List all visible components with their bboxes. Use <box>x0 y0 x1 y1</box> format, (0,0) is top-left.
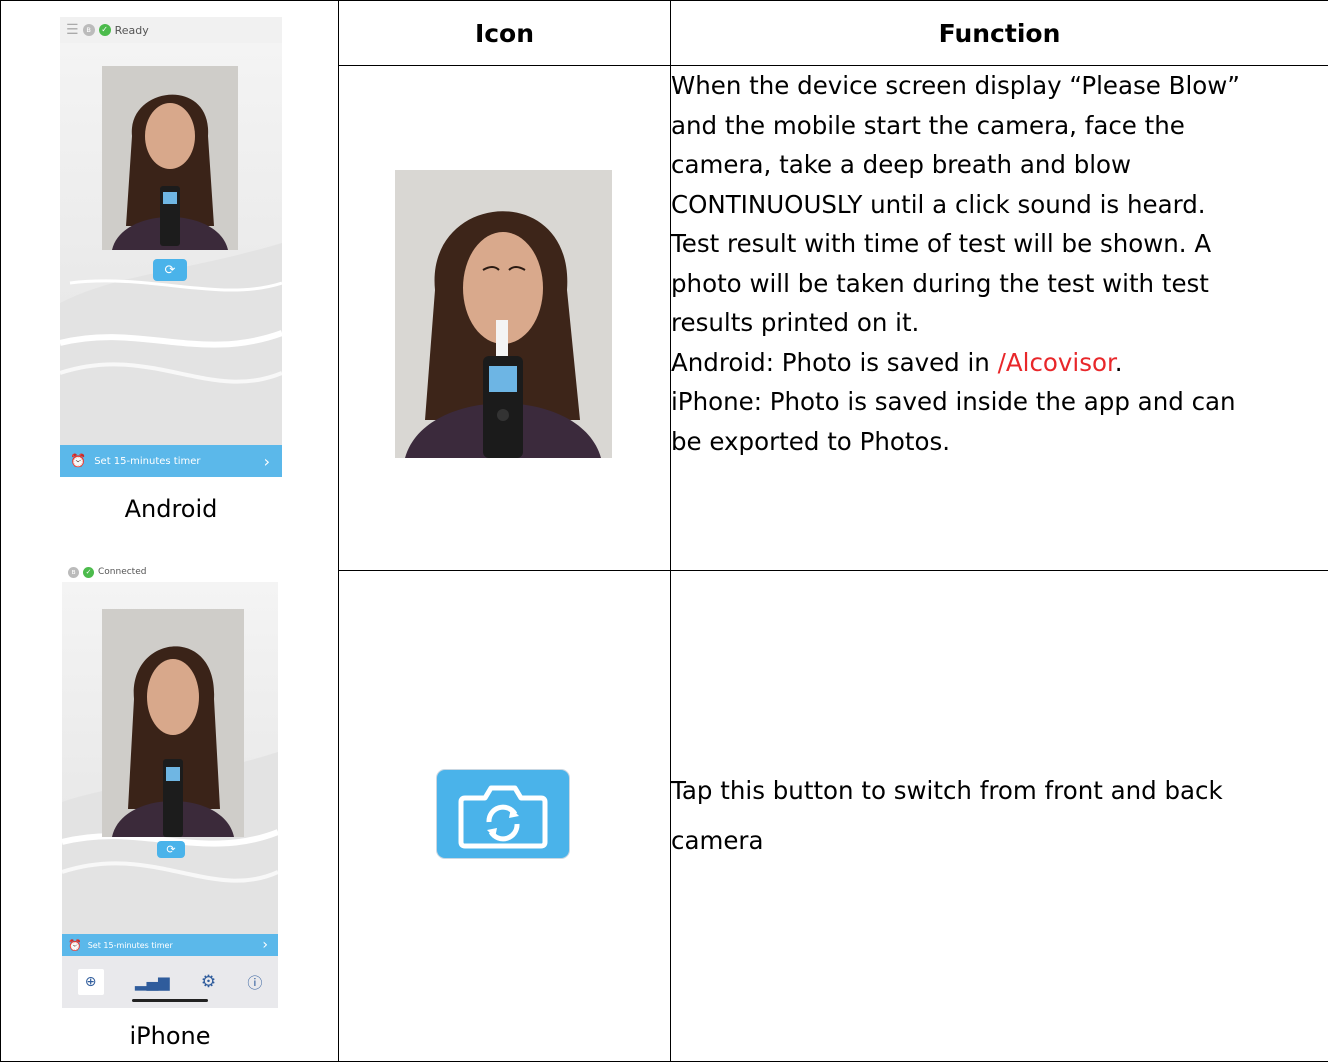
row1-line: When the device screen display “Please B… <box>671 71 1240 100</box>
android-caption: Android <box>124 495 218 523</box>
android-save-prefix: Android: Photo is saved in <box>671 347 998 377</box>
home-indicator <box>132 999 208 1002</box>
iphone-app-background: ⟳ ⏰ Set 15-minutes timer › <box>62 582 278 956</box>
camera-switch-icon: ⟳ <box>164 262 176 278</box>
iphone-status-bar: ʙ ✓ Connected <box>62 562 278 582</box>
crosshair-icon[interactable]: ⊕ <box>77 969 104 995</box>
android-save-suffix: . <box>1114 347 1123 377</box>
header-icon: Icon <box>338 0 671 66</box>
bluetooth-icon: ʙ <box>82 24 95 36</box>
row2-function-cell: Tap this button to switch from front and… <box>670 570 1328 1062</box>
camera-switch-icon: ⟳ <box>166 843 176 856</box>
iphone-switch-camera-button[interactable]: ⟳ <box>157 841 185 858</box>
gear-icon[interactable]: ⚙ <box>201 972 216 992</box>
alarm-icon: ⏰ <box>70 453 87 469</box>
iphone-screenshot: ʙ ✓ Connected ⟳ ⏰ Set 15-minutes timer ›… <box>62 562 278 1008</box>
row1-line: Test result with time of test will be sh… <box>671 229 1212 258</box>
bar-chart-icon[interactable]: ▂▄▆ <box>135 973 170 991</box>
bluetooth-icon: ʙ <box>68 566 79 578</box>
android-save-path: /Alcovisor <box>997 347 1115 377</box>
row1-icon-photo <box>395 170 612 458</box>
iphone-save-line: be exported to Photos. <box>671 426 951 456</box>
row1-line: results printed on it. <box>671 308 920 337</box>
android-screenshot: ☰ ʙ ✓ Ready ⟳ ⏰ Set 15-minutes timer › <box>60 17 282 477</box>
chevron-right-icon: › <box>263 451 270 471</box>
header-function: Function <box>670 0 1328 66</box>
info-icon[interactable]: ⓘ <box>247 972 262 993</box>
camera-switch-icon <box>458 785 548 849</box>
woman-photo <box>102 66 238 250</box>
check-icon: ✓ <box>98 24 111 36</box>
iphone-timer-bar[interactable]: ⏰ Set 15-minutes timer › <box>62 934 278 956</box>
timer-label: Set 15-minutes timer <box>94 455 201 467</box>
iphone-caption: iPhone <box>129 1022 211 1050</box>
row1-line: photo will be taken during the test with… <box>671 268 1209 298</box>
iphone-save-line: iPhone: Photo is saved inside the app an… <box>671 387 1236 416</box>
check-icon: ✓ <box>83 566 94 578</box>
row1-function-cell: When the device screen display “Please B… <box>670 65 1328 571</box>
iphone-camera-preview <box>102 609 244 837</box>
row2-line: camera <box>671 826 764 855</box>
switch-camera-button-large[interactable] <box>437 770 569 858</box>
row2-line: Tap this button to switch from front and… <box>671 776 1223 805</box>
row1-line: CONTINUOUSLY until a click sound is hear… <box>671 189 1206 219</box>
android-switch-camera-button[interactable]: ⟳ <box>153 259 187 281</box>
android-status-bar: ☰ ʙ ✓ Ready <box>60 17 282 43</box>
android-camera-preview <box>102 66 238 250</box>
android-timer-bar[interactable]: ⏰ Set 15-minutes timer › <box>60 445 282 477</box>
status-text: Ready <box>114 23 149 37</box>
timer-label: Set 15-minutes timer <box>87 940 173 950</box>
android-save-line: Android: Photo is saved in /Alcovisor. <box>671 343 1328 383</box>
chevron-right-icon: › <box>262 937 268 953</box>
status-text: Connected <box>98 567 147 577</box>
iphone-tab-bar: ⊕ ▂▄▆ ⚙ ⓘ <box>62 956 278 1008</box>
row1-line: camera, take a deep breath and blow <box>671 150 1132 179</box>
android-app-background: ⟳ ⏰ Set 15-minutes timer › <box>60 43 282 477</box>
woman-blowing-photo <box>395 170 612 458</box>
alarm-icon: ⏰ <box>68 938 82 952</box>
row1-line: and the mobile start the camera, face th… <box>671 110 1185 140</box>
menu-icon[interactable]: ☰ <box>66 22 79 38</box>
woman-photo <box>102 609 244 837</box>
